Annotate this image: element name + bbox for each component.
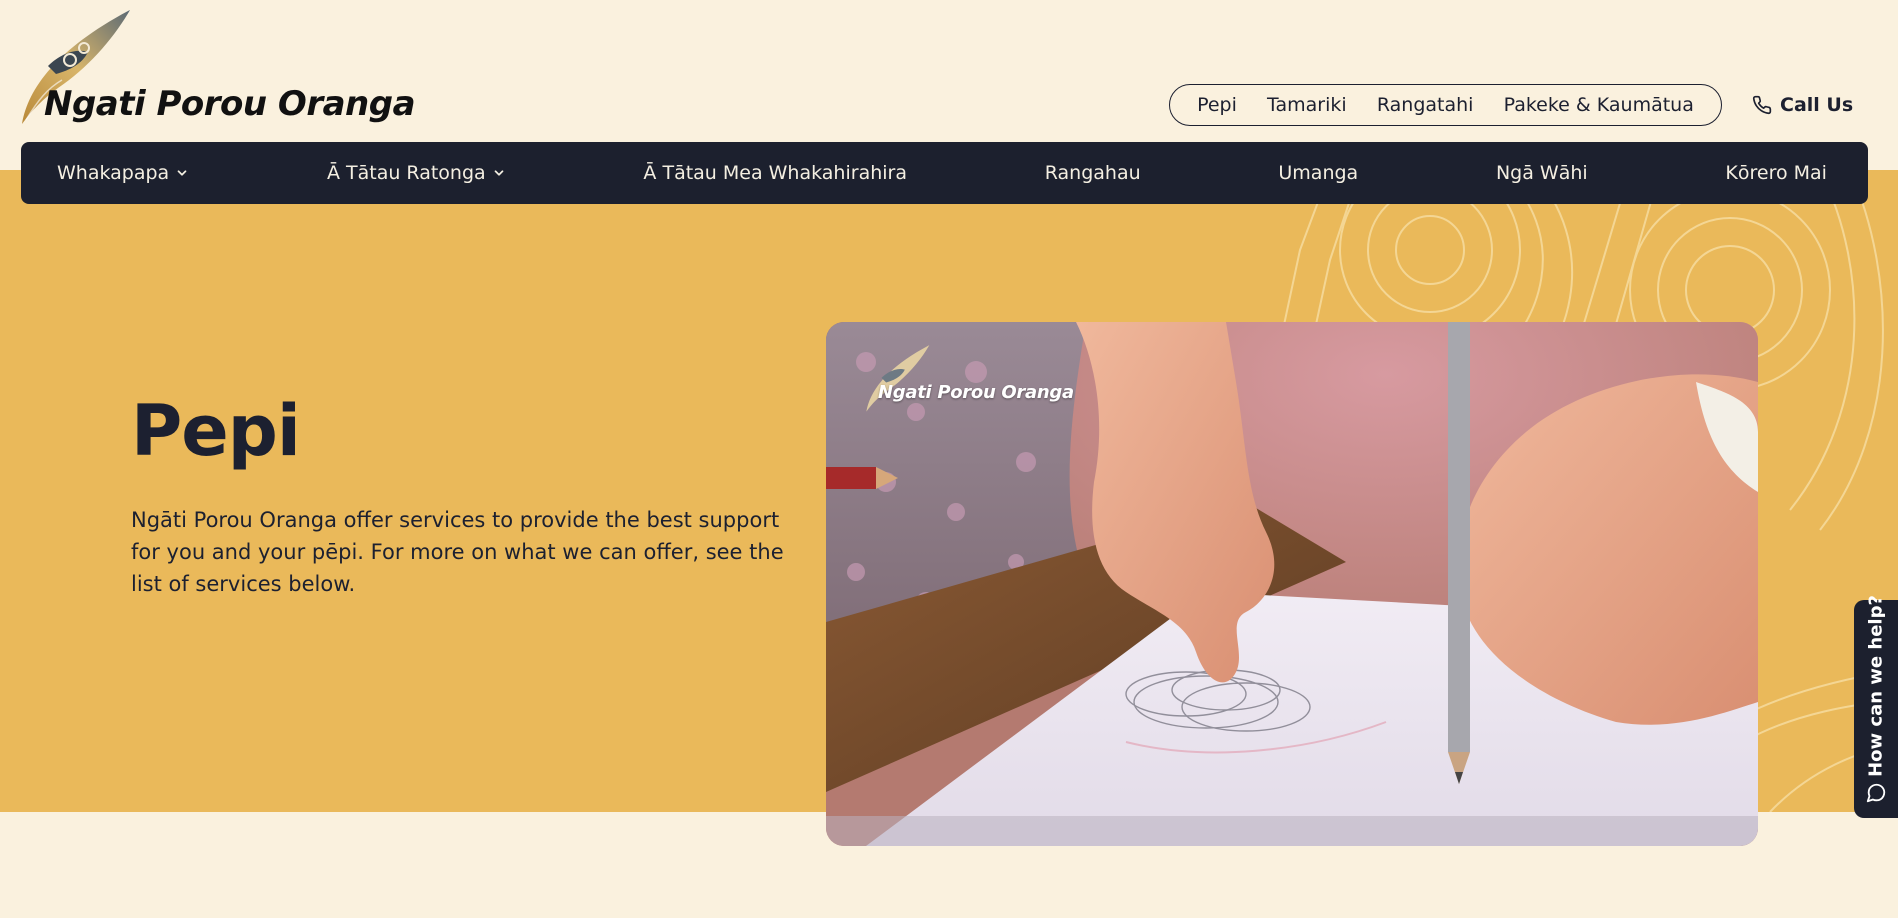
nav-item-a-tatau-ratonga[interactable]: Ā Tātau Ratonga	[327, 162, 506, 184]
nav-item-umanga[interactable]: Umanga	[1278, 162, 1358, 184]
nav-item-label: Umanga	[1278, 162, 1359, 184]
nav-item-korero-mai[interactable]: Kōrero Mai	[1725, 162, 1827, 184]
hero-image: Ngati Porou Oranga	[826, 322, 1758, 846]
chevron-down-icon	[494, 170, 504, 176]
nav-item-rangahau[interactable]: Rangahau	[1045, 162, 1141, 184]
nav-item-label: Kōrero Mai	[1725, 162, 1827, 184]
chevron-down-icon	[177, 170, 187, 176]
site-logo[interactable]: Ngati Porou Oranga	[18, 8, 416, 128]
audience-link-pepi[interactable]: Pepi	[1197, 94, 1237, 116]
phone-icon	[1752, 95, 1772, 115]
audience-link-tamariki[interactable]: Tamariki	[1267, 94, 1347, 116]
nav-item-label: Ngā Wāhi	[1495, 162, 1588, 184]
nav-item-whakapapa[interactable]: Whakapapa	[57, 162, 189, 184]
nav-item-label: Rangahau	[1044, 162, 1141, 184]
nav-item-label: Ā Tātau Mea Whakahirahira	[643, 162, 907, 184]
image-watermark-text: Ngati Porou Oranga	[878, 382, 1074, 403]
image-watermark-logo: Ngati Porou Oranga	[864, 344, 1074, 414]
hero-description: Ngāti Porou Oranga offer services to pro…	[131, 508, 784, 596]
main-nav: Whakapapa Ā Tātau Ratonga Ā Tātau Mea Wh…	[21, 142, 1868, 204]
nav-item-label: Ā Tātau Ratonga	[326, 162, 486, 184]
chat-bubble-icon	[1866, 783, 1886, 803]
nav-item-label: Whakapapa	[57, 162, 170, 184]
page-title: Pepi	[131, 390, 301, 472]
help-widget-label: How can we help?	[1865, 595, 1887, 777]
audience-nav: Pepi Tamariki Rangatahi Pakeke & Kaumātu…	[1169, 84, 1722, 126]
audience-link-pakeke-kaumatua[interactable]: Pakeke & Kaumātua	[1504, 94, 1694, 116]
nav-item-nga-wahi[interactable]: Ngā Wāhi	[1496, 162, 1588, 184]
watermark-feather-icon	[866, 345, 930, 412]
call-us-button[interactable]: Call Us	[1752, 92, 1853, 118]
nav-item-a-tatau-mea-whakahirahira[interactable]: Ā Tātau Mea Whakahirahira	[643, 162, 907, 184]
logo-wordmark: Ngati Porou Oranga	[44, 84, 416, 124]
audience-link-rangatahi[interactable]: Rangatahi	[1377, 94, 1474, 116]
help-widget-button[interactable]: How can we help?	[1854, 595, 1898, 818]
call-us-label: Call Us	[1780, 94, 1854, 116]
